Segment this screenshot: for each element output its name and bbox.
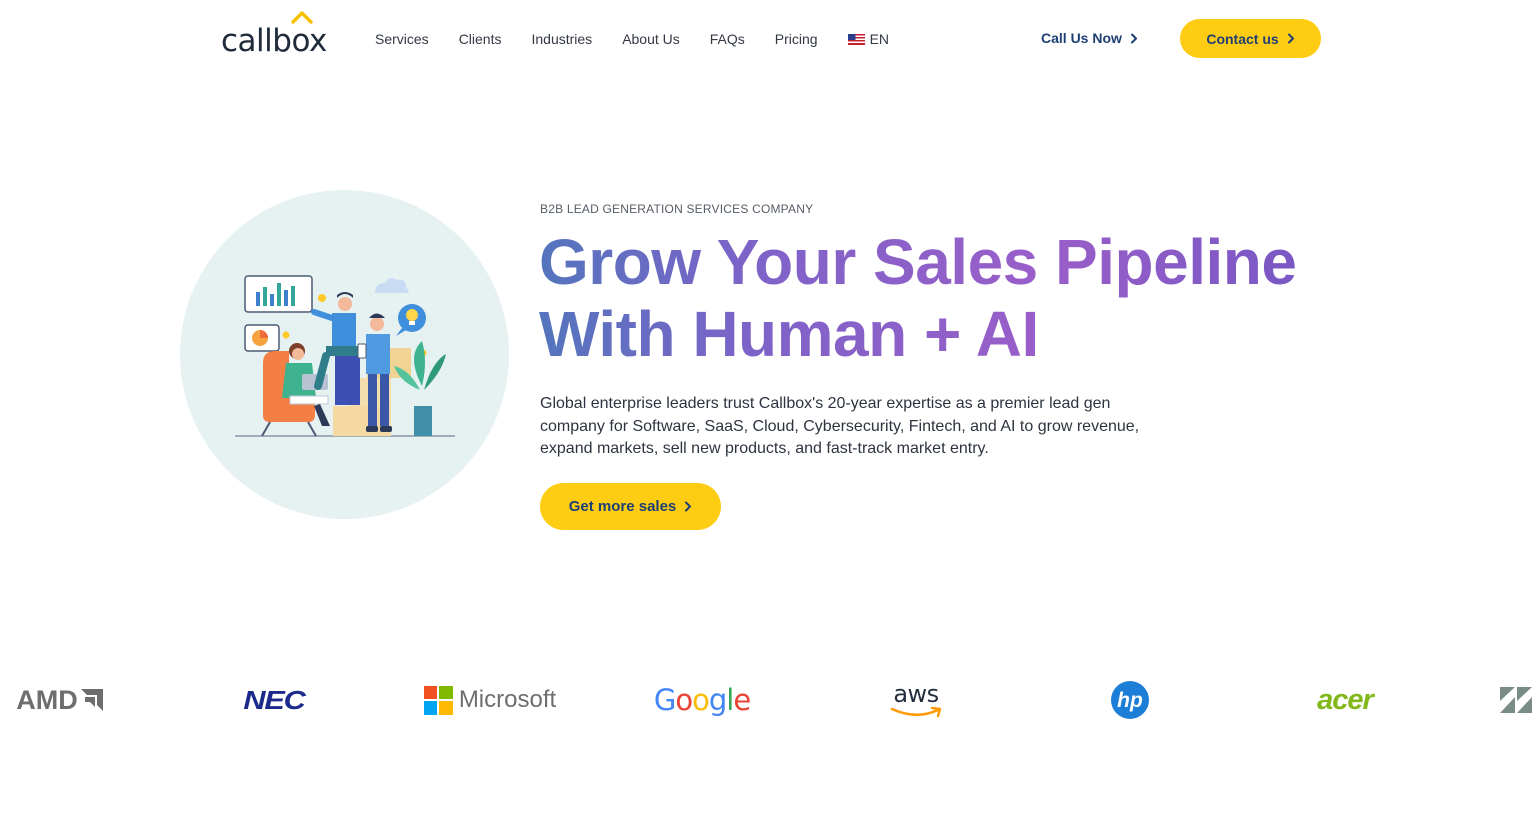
contact-us-label: Contact us <box>1206 30 1279 47</box>
hp-logo-text: hp <box>1117 689 1143 712</box>
microsoft-logo-text: Microsoft <box>458 686 557 713</box>
chevron-right-icon <box>1287 33 1294 44</box>
get-more-sales-label: Get more sales <box>568 498 677 515</box>
headline-line-2: With Human + AI <box>539 298 1039 370</box>
google-letter-g2: g <box>708 683 727 717</box>
nav-pricing[interactable]: Pricing <box>775 29 818 49</box>
google-letter-g: G <box>653 683 677 717</box>
hp-circle-icon: hp <box>1111 681 1149 719</box>
logo-text: callbox <box>221 23 327 59</box>
google-logo: G o o g l e <box>652 672 752 728</box>
nav-about-us[interactable]: About Us <box>622 29 680 49</box>
nav-clients[interactable]: Clients <box>459 29 502 49</box>
google-letter-o2: o <box>692 683 710 717</box>
amd-logo: AMD <box>10 672 110 728</box>
call-us-now-link[interactable]: Call Us Now <box>1041 28 1138 48</box>
contact-us-button[interactable]: Contact us <box>1180 19 1321 58</box>
get-more-sales-button[interactable]: Get more sales <box>540 483 721 530</box>
chevron-right-icon <box>685 501 692 512</box>
acer-logo: acer <box>1303 672 1387 728</box>
hero-eyebrow: B2B LEAD GENERATION SERVICES COMPANY <box>540 202 814 216</box>
nec-logo-text: NEC <box>243 684 305 715</box>
call-us-label: Call Us Now <box>1041 30 1122 46</box>
callbox-caret-icon <box>291 11 313 24</box>
microsoft-grid-icon <box>423 685 453 715</box>
client-logos-strip: AMD NEC Microsoft G o o g l e aws hp ace… <box>0 672 1540 728</box>
main-nav: Services Clients Industries About Us FAQ… <box>375 29 889 49</box>
hero-headline: Grow Your Sales Pipeline With Human + AI <box>539 226 1379 370</box>
zendesk-icon <box>1500 687 1532 713</box>
headline-line-1: Grow Your Sales Pipeline <box>539 226 1297 298</box>
aws-logo-text: aws <box>893 680 939 708</box>
aws-logo: aws <box>886 672 946 728</box>
google-letter-o1: o <box>675 683 693 717</box>
team-analytics-illustration <box>235 275 455 437</box>
nav-industries[interactable]: Industries <box>531 29 592 49</box>
aws-smile-icon <box>890 706 942 718</box>
hp-logo: hp <box>1109 672 1151 728</box>
google-letter-l: l <box>726 683 734 717</box>
language-selector[interactable]: EN <box>847 31 890 47</box>
zendesk-logo <box>1496 672 1536 728</box>
nav-services[interactable]: Services <box>375 29 429 49</box>
chevron-right-icon <box>1130 33 1137 43</box>
microsoft-logo: Microsoft <box>420 672 560 728</box>
site-header: callbox Services Clients Industries Abou… <box>0 0 1540 78</box>
acer-logo-text: acer <box>1317 683 1374 716</box>
amd-arrow-icon <box>80 689 103 711</box>
google-letter-e: e <box>733 683 751 717</box>
nav-faqs[interactable]: FAQs <box>710 29 745 49</box>
callbox-logo[interactable]: callbox <box>221 10 331 58</box>
nec-logo: NEC <box>227 672 321 728</box>
amd-logo-text: AMD <box>16 684 78 715</box>
hero-description: Global enterprise leaders trust Callbox'… <box>540 395 1140 457</box>
us-flag-icon <box>847 33 865 45</box>
language-label: EN <box>869 31 890 47</box>
